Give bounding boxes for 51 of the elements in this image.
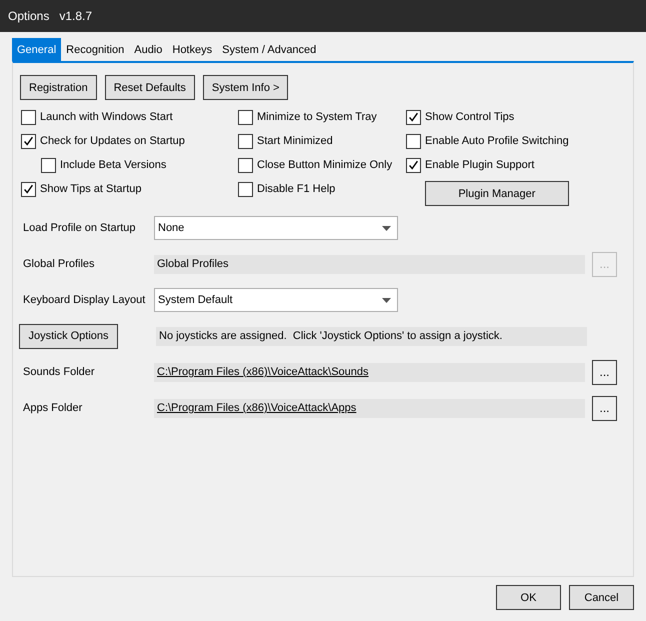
checkbox-label: Disable F1 Help (257, 183, 336, 195)
checkbox-label: Minimize to System Tray (257, 111, 377, 123)
checkbox-label: Start Minimized (257, 135, 333, 147)
path-field[interactable]: C:\Program Files (x86)\VoiceAttack\Sounds (154, 362, 585, 382)
field-label: Apps Folder (22, 402, 84, 414)
checkbox[interactable] (238, 182, 253, 196)
dropdown-arrow-icon (382, 226, 391, 230)
dropdown[interactable]: None (154, 216, 398, 240)
tab[interactable]: Audio (129, 38, 168, 61)
field-label: Keyboard Display Layout (22, 294, 146, 306)
version-label: v1.8.7 (59, 9, 92, 23)
checkbox-label: Enable Plugin Support (425, 159, 534, 171)
checkbox-label: Launch with Windows Start (40, 111, 173, 123)
system-info-button[interactable]: System Info > (202, 75, 288, 100)
checkbox-label: Check for Updates on Startup (40, 135, 185, 147)
joystick-options-button[interactable]: Joystick Options (19, 324, 118, 348)
window-title: Options (8, 9, 50, 23)
dropdown[interactable]: System Default (154, 288, 398, 312)
checkbox-label: Enable Auto Profile Switching (425, 135, 569, 147)
plugin-manager-button[interactable]: Plugin Manager (425, 181, 569, 206)
readonly-field: Global Profiles (154, 254, 585, 274)
checkbox[interactable] (41, 158, 56, 172)
checkbox[interactable] (238, 110, 253, 124)
tab[interactable]: System / Advanced (217, 38, 322, 61)
registration-button[interactable]: Registration (20, 75, 97, 100)
checkbox-label: Close Button Minimize Only (257, 159, 392, 171)
path-field[interactable]: C:\Program Files (x86)\VoiceAttack\Apps (154, 398, 585, 418)
checkbox[interactable] (21, 110, 36, 124)
checkbox-label: Show Tips at Startup (40, 183, 142, 195)
ok-button[interactable]: OK (496, 585, 561, 610)
message-field: No joysticks are assigned. Click 'Joystick Options' to assign a joystick. (156, 326, 587, 346)
tab[interactable]: Recognition (61, 38, 130, 61)
cancel-button[interactable]: Cancel (569, 585, 634, 610)
checked-checkbox[interactable] (406, 158, 421, 172)
dropdown-arrow-icon (382, 298, 391, 302)
checkbox[interactable] (238, 158, 253, 172)
checked-checkbox[interactable] (21, 182, 36, 196)
checkbox-label: Include Beta Versions (60, 159, 166, 171)
checkbox[interactable] (238, 134, 253, 148)
tab[interactable]: Hotkeys (167, 38, 218, 61)
field-label: Sounds Folder (22, 366, 96, 378)
reset-defaults-button[interactable]: Reset Defaults (104, 75, 195, 100)
browse-button[interactable]: ... (592, 396, 617, 420)
checkbox-label: Show Control Tips (425, 111, 514, 123)
checked-checkbox[interactable] (406, 110, 421, 124)
field-label: Load Profile on Startup (22, 222, 137, 234)
checked-checkbox[interactable] (21, 134, 36, 148)
browse-button[interactable]: ... (592, 360, 617, 384)
field-label: Global Profiles (22, 258, 96, 270)
tab[interactable]: General (12, 38, 62, 61)
checkbox[interactable] (406, 134, 421, 148)
